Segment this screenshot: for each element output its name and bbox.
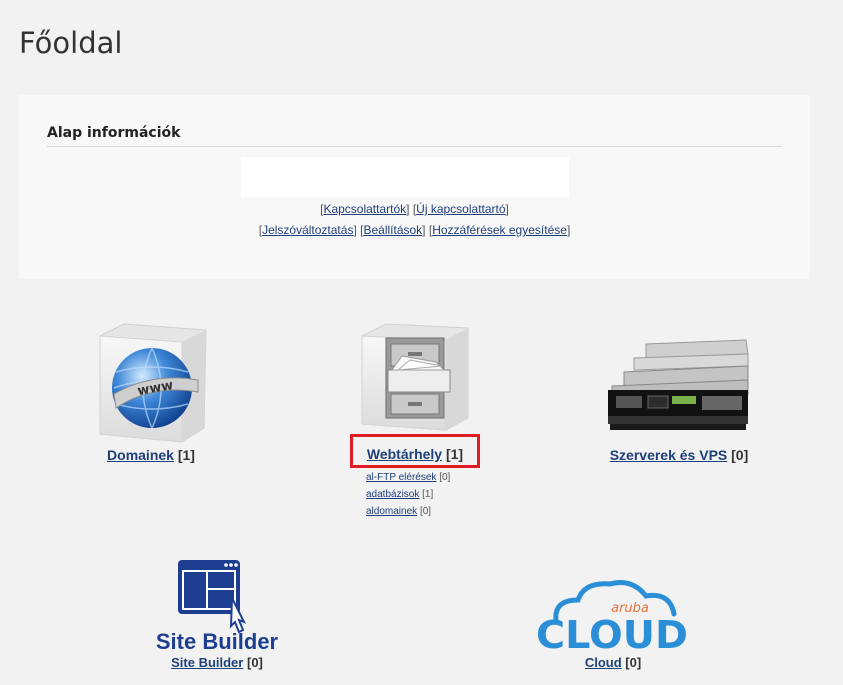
site-builder-icon[interactable]: Site Builder — [140, 556, 294, 652]
servers-service: Szerverek és VPS [0] — [606, 447, 752, 465]
cloud-service: Cloud [0] — [560, 654, 666, 672]
hosting-highlight-box — [350, 434, 480, 468]
basic-info-heading: Alap információk — [47, 125, 782, 147]
databases-count: [1] — [422, 489, 434, 500]
domains-service: Domainek [1] — [100, 447, 202, 465]
basic-info-panel: Alap információk [Kapcsolattartók] [Új k… — [19, 95, 810, 279]
site-builder-service: Site Builder [0] — [140, 654, 294, 672]
ftp-accounts-link[interactable]: al-FTP elérések — [366, 472, 436, 483]
info-content-box — [241, 157, 569, 197]
subdomains-link[interactable]: aldomainek — [366, 506, 417, 517]
hosting-sub-links: al-FTP elérések [0] adatbázisok [1] aldo… — [366, 469, 450, 520]
domains-count: [1] — [177, 447, 195, 463]
sub-link-item: adatbázisok [1] — [366, 486, 450, 503]
cloud-count: [0] — [625, 655, 642, 670]
subdomains-count: [0] — [419, 506, 432, 517]
settings-link[interactable]: Beállítások — [363, 223, 422, 237]
cloud-link[interactable]: Cloud — [585, 655, 622, 670]
servers-count: [0] — [731, 447, 749, 463]
cloud-logo-text: CLOUD — [536, 613, 688, 654]
site-builder-link[interactable]: Site Builder — [171, 655, 243, 670]
server-rack-icon[interactable] — [606, 336, 752, 438]
sub-link-item: aldomainek [0] — [366, 503, 450, 520]
account-links-row: [Kapcsolattartók] [Új kapcsolattartó] — [320, 202, 509, 216]
aruba-cloud-icon[interactable]: aruba CLOUD — [534, 576, 692, 654]
file-cabinet-icon[interactable] — [358, 322, 472, 432]
new-contact-link[interactable]: Új kapcsolattartó — [416, 202, 505, 216]
servers-link[interactable]: Szerverek és VPS — [610, 447, 728, 463]
page-title: Főoldal — [19, 26, 123, 60]
ftp-accounts-count: [0] — [439, 472, 451, 483]
databases-link[interactable]: adatbázisok — [366, 489, 419, 500]
sub-link-item: al-FTP elérések [0] — [366, 469, 450, 486]
settings-links-row: [Jelszóváltoztatás] [Beállítások] [Hozzá… — [258, 223, 571, 237]
site-builder-logo-text: Site Builder — [156, 629, 279, 652]
password-change-link[interactable]: Jelszóváltoztatás — [262, 223, 353, 237]
contacts-link[interactable]: Kapcsolattartók — [323, 202, 406, 216]
site-builder-count: [0] — [246, 655, 263, 670]
merge-access-link[interactable]: Hozzáférések egyesítése — [432, 223, 567, 237]
domains-link[interactable]: Domainek — [107, 447, 174, 463]
globe-www-icon[interactable]: www — [94, 322, 208, 444]
